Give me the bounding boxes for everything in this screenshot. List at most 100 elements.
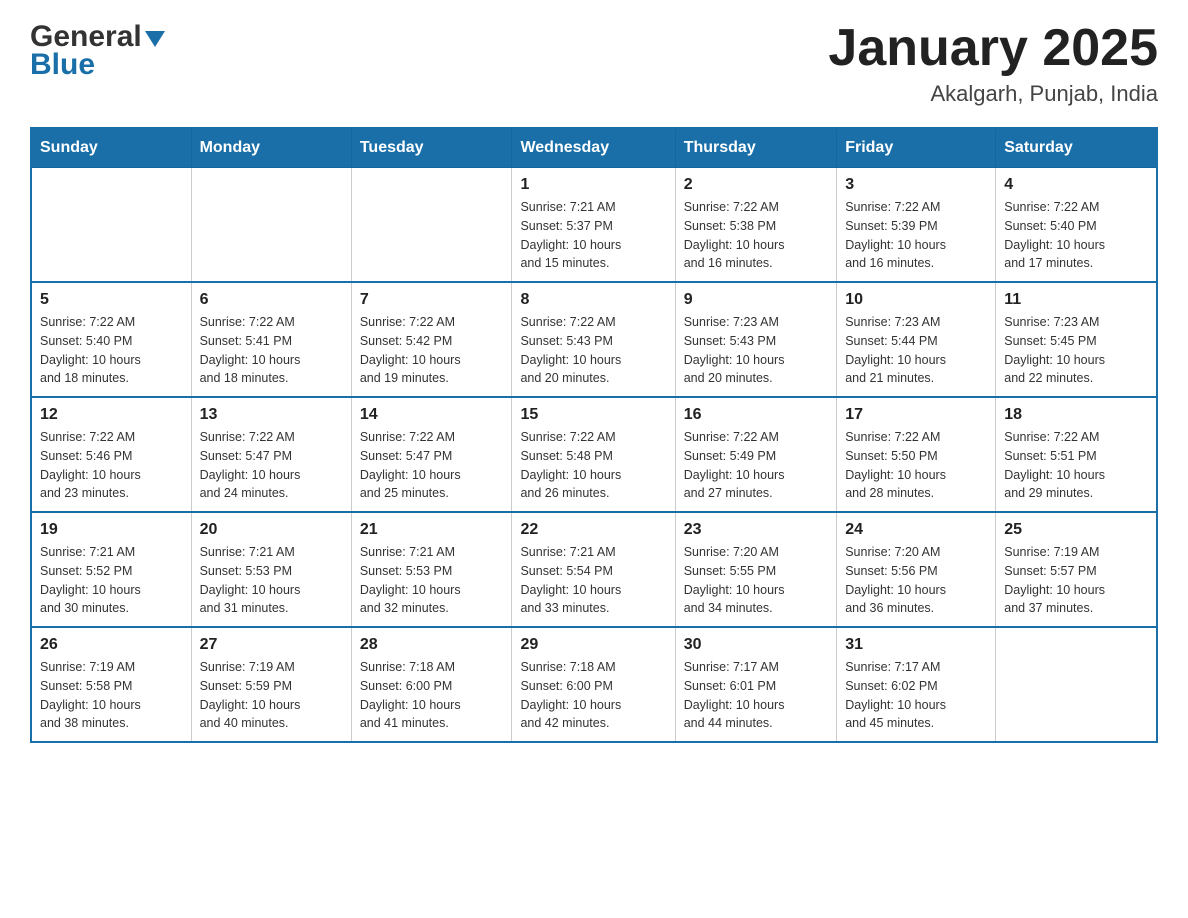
table-row: 10 Sunrise: 7:23 AMSunset: 5:44 PMDayligh… (837, 282, 996, 397)
day-info: Sunrise: 7:19 AMSunset: 5:58 PMDaylight:… (40, 658, 183, 733)
day-number: 25 (1004, 521, 1148, 539)
day-info: Sunrise: 7:21 AMSunset: 5:37 PMDaylight:… (520, 198, 666, 273)
table-row: 26Sunrise: 7:19 AMSunset: 5:58 PMDayligh… (31, 627, 191, 742)
table-row: 29Sunrise: 7:18 AMSunset: 6:00 PMDayligh… (512, 627, 675, 742)
day-number: 24 (845, 521, 987, 539)
day-info: Sunrise: 7:22 AMSunset: 5:48 PMDaylight:… (520, 428, 666, 503)
col-tuesday: Tuesday (351, 128, 512, 168)
col-friday: Friday (837, 128, 996, 168)
table-row: 5 Sunrise: 7:22 AMSunset: 5:40 PMDaylight… (31, 282, 191, 397)
day-number: 6 (200, 291, 343, 309)
day-number: 23 (684, 521, 829, 539)
location: Akalgarh, Punjab, India (828, 81, 1158, 107)
day-number: 20 (200, 521, 343, 539)
table-row: 24Sunrise: 7:20 AMSunset: 5:56 PMDayligh… (837, 512, 996, 627)
table-row: 9Sunrise: 7:23 AMSunset: 5:43 PMDaylight… (675, 282, 837, 397)
day-info: Sunrise: 7:18 AMSunset: 6:00 PMDaylight:… (360, 658, 504, 733)
table-row: 19Sunrise: 7:21 AMSunset: 5:52 PMDayligh… (31, 512, 191, 627)
calendar-week-row: 12Sunrise: 7:22 AMSunset: 5:46 PMDayligh… (31, 397, 1157, 512)
table-row: 1 Sunrise: 7:21 AMSunset: 5:37 PMDaylight… (512, 168, 675, 283)
table-row: 20 Sunrise: 7:21 AMSunset: 5:53 PMDayligh… (191, 512, 351, 627)
table-row: 3 Sunrise: 7:22 AMSunset: 5:39 PMDaylight… (837, 168, 996, 283)
calendar-week-row: 26Sunrise: 7:19 AMSunset: 5:58 PMDayligh… (31, 627, 1157, 742)
day-number: 17 (845, 406, 987, 424)
day-number: 12 (40, 406, 183, 424)
day-number: 5 (40, 291, 183, 309)
day-number: 19 (40, 521, 183, 539)
day-info: Sunrise: 7:22 AMSunset: 5:49 PMDaylight:… (684, 428, 829, 503)
day-info: Sunrise: 7:22 AMSunset: 5:43 PMDaylight:… (520, 313, 666, 388)
day-info: Sunrise: 7:20 AMSunset: 5:55 PMDaylight:… (684, 543, 829, 618)
table-row: 11Sunrise: 7:23 AMSunset: 5:45 PMDayligh… (996, 282, 1157, 397)
table-row: 13 Sunrise: 7:22 AMSunset: 5:47 PMDayligh… (191, 397, 351, 512)
day-info: Sunrise: 7:22 AMSunset: 5:38 PMDaylight:… (684, 198, 829, 273)
table-row: 8 Sunrise: 7:22 AMSunset: 5:43 PMDaylight… (512, 282, 675, 397)
col-monday: Monday (191, 128, 351, 168)
logo-triangle-icon (145, 31, 165, 47)
table-row: 14 Sunrise: 7:22 AMSunset: 5:47 PMDayligh… (351, 397, 512, 512)
table-row: 4Sunrise: 7:22 AMSunset: 5:40 PMDaylight… (996, 168, 1157, 283)
table-row: 18 Sunrise: 7:22 AMSunset: 5:51 PMDayligh… (996, 397, 1157, 512)
day-info: Sunrise: 7:19 AMSunset: 5:59 PMDaylight:… (200, 658, 343, 733)
table-row (191, 168, 351, 283)
table-row: 28 Sunrise: 7:18 AMSunset: 6:00 PMDayligh… (351, 627, 512, 742)
month-title: January 2025 (828, 20, 1158, 77)
table-row (351, 168, 512, 283)
day-number: 2 (684, 176, 829, 194)
day-number: 8 (520, 291, 666, 309)
day-info: Sunrise: 7:22 AMSunset: 5:47 PMDaylight:… (200, 428, 343, 503)
col-saturday: Saturday (996, 128, 1157, 168)
table-row: 30Sunrise: 7:17 AMSunset: 6:01 PMDayligh… (675, 627, 837, 742)
day-number: 15 (520, 406, 666, 424)
day-number: 3 (845, 176, 987, 194)
day-number: 10 (845, 291, 987, 309)
table-row: 23 Sunrise: 7:20 AMSunset: 5:55 PMDayligh… (675, 512, 837, 627)
calendar-week-row: 19Sunrise: 7:21 AMSunset: 5:52 PMDayligh… (31, 512, 1157, 627)
day-info: Sunrise: 7:22 AMSunset: 5:47 PMDaylight:… (360, 428, 504, 503)
day-info: Sunrise: 7:17 AMSunset: 6:02 PMDaylight:… (845, 658, 987, 733)
day-number: 16 (684, 406, 829, 424)
day-number: 18 (1004, 406, 1148, 424)
table-row: 22 Sunrise: 7:21 AMSunset: 5:54 PMDayligh… (512, 512, 675, 627)
day-info: Sunrise: 7:23 AMSunset: 5:44 PMDaylight:… (845, 313, 987, 388)
day-info: Sunrise: 7:21 AMSunset: 5:53 PMDaylight:… (200, 543, 343, 618)
day-number: 11 (1004, 291, 1148, 309)
table-row: 6 Sunrise: 7:22 AMSunset: 5:41 PMDaylight… (191, 282, 351, 397)
day-info: Sunrise: 7:22 AMSunset: 5:40 PMDaylight:… (40, 313, 183, 388)
day-info: Sunrise: 7:21 AMSunset: 5:54 PMDaylight:… (520, 543, 666, 618)
table-row: 12Sunrise: 7:22 AMSunset: 5:46 PMDayligh… (31, 397, 191, 512)
day-info: Sunrise: 7:22 AMSunset: 5:51 PMDaylight:… (1004, 428, 1148, 503)
table-row: 27 Sunrise: 7:19 AMSunset: 5:59 PMDayligh… (191, 627, 351, 742)
day-number: 9 (684, 291, 829, 309)
table-row: 31 Sunrise: 7:17 AMSunset: 6:02 PMDayligh… (837, 627, 996, 742)
calendar-week-row: 1 Sunrise: 7:21 AMSunset: 5:37 PMDaylight… (31, 168, 1157, 283)
table-row: 2 Sunrise: 7:22 AMSunset: 5:38 PMDaylight… (675, 168, 837, 283)
day-number: 22 (520, 521, 666, 539)
col-wednesday: Wednesday (512, 128, 675, 168)
day-number: 28 (360, 636, 504, 654)
logo: General Blue (30, 20, 165, 82)
day-info: Sunrise: 7:22 AMSunset: 5:41 PMDaylight:… (200, 313, 343, 388)
calendar-week-row: 5 Sunrise: 7:22 AMSunset: 5:40 PMDaylight… (31, 282, 1157, 397)
col-thursday: Thursday (675, 128, 837, 168)
table-row (996, 627, 1157, 742)
day-number: 1 (520, 176, 666, 194)
day-number: 14 (360, 406, 504, 424)
table-row: 7Sunrise: 7:22 AMSunset: 5:42 PMDaylight… (351, 282, 512, 397)
day-number: 13 (200, 406, 343, 424)
day-info: Sunrise: 7:22 AMSunset: 5:50 PMDaylight:… (845, 428, 987, 503)
table-row: 17 Sunrise: 7:22 AMSunset: 5:50 PMDayligh… (837, 397, 996, 512)
table-row (31, 168, 191, 283)
table-row: 16 Sunrise: 7:22 AMSunset: 5:49 PMDayligh… (675, 397, 837, 512)
day-number: 30 (684, 636, 829, 654)
day-number: 29 (520, 636, 666, 654)
day-number: 27 (200, 636, 343, 654)
day-info: Sunrise: 7:22 AMSunset: 5:39 PMDaylight:… (845, 198, 987, 273)
day-info: Sunrise: 7:22 AMSunset: 5:42 PMDaylight:… (360, 313, 504, 388)
day-number: 31 (845, 636, 987, 654)
day-info: Sunrise: 7:19 AMSunset: 5:57 PMDaylight:… (1004, 543, 1148, 618)
col-sunday: Sunday (31, 128, 191, 168)
table-row: 15 Sunrise: 7:22 AMSunset: 5:48 PMDayligh… (512, 397, 675, 512)
day-info: Sunrise: 7:21 AMSunset: 5:53 PMDaylight:… (360, 543, 504, 618)
title-section: January 2025 Akalgarh, Punjab, India (828, 20, 1158, 107)
